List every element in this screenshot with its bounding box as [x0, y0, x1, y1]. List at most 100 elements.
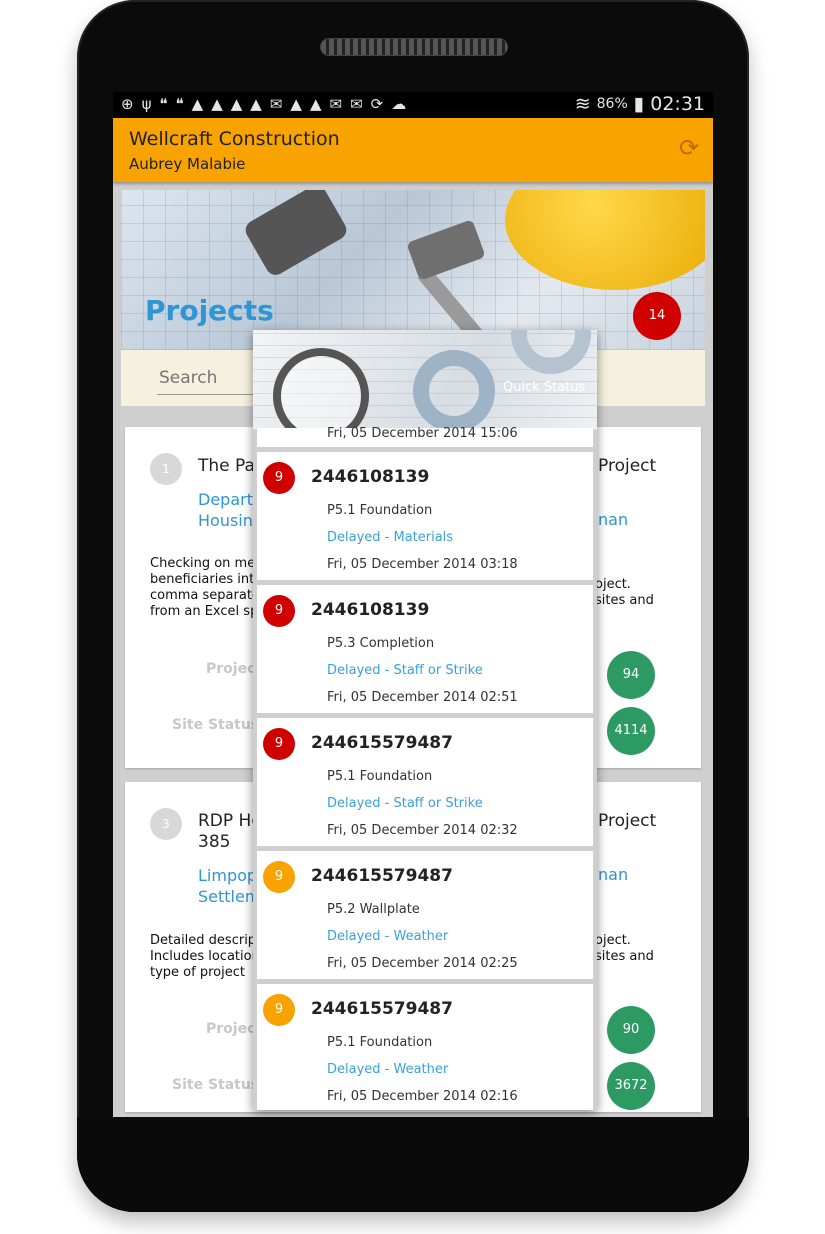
- warning-icon: ▲: [191, 95, 204, 113]
- donut-chart-image: [413, 350, 495, 430]
- chat-icon: ❝: [175, 95, 184, 113]
- description-line: Detailed descripti: [150, 933, 265, 948]
- wifi-icon: ≋: [574, 93, 591, 115]
- screen: ⊕ ψ ❝ ❝ ▲ ▲ ▲ ▲ ✉ ▲ ▲ ✉ ✉ ⟳ ☁ ≋ 86% ▮ 02…: [113, 92, 713, 1117]
- description-line: oject.: [595, 933, 631, 948]
- event-site-id: 244615579487: [311, 733, 453, 753]
- battery-percent: 86%: [596, 96, 628, 112]
- plus-icon: ⊕: [121, 95, 134, 113]
- device-bottom: [77, 1117, 749, 1212]
- project-description-tail: oject. sites and: [595, 933, 654, 965]
- status-event[interactable]: 9 2446108139 P5.3 Completion Delayed - S…: [257, 585, 593, 713]
- event-badge: 9: [263, 861, 295, 893]
- mail-icon: ✉: [329, 95, 343, 113]
- event-phase: P5.2 Wallplate: [327, 902, 420, 917]
- quick-status-header: Quick Status: [253, 330, 597, 430]
- chat-icon: ❝: [159, 95, 168, 113]
- app-title: Wellcraft Construction: [129, 128, 340, 150]
- description-line: type of project: [150, 965, 245, 980]
- event-badge: 9: [263, 595, 295, 627]
- quick-status-popup: Quick Status Fri, 05 December 2014 15:06…: [253, 330, 597, 1110]
- event-phase: P5.3 Completion: [327, 636, 435, 651]
- quick-status-title: Quick Status: [503, 380, 586, 395]
- app-bar: Wellcraft Construction Aubrey Malabie ⟳: [113, 118, 713, 182]
- sync-icon: ⟳: [370, 95, 384, 113]
- location-line: Settlem: [198, 887, 261, 906]
- event-site-id: 244615579487: [311, 999, 453, 1019]
- page-title: Projects: [145, 294, 274, 327]
- event-time: Fri, 05 December 2014 02:25: [327, 956, 518, 971]
- site-status-count-badge[interactable]: 3672: [607, 1062, 655, 1110]
- event-time: Fri, 05 December 2014 03:18: [327, 557, 518, 572]
- project-description-tail: oject. sites and: [595, 577, 654, 609]
- projects-banner: Projects 14: [121, 190, 705, 350]
- status-event[interactable]: 9 244615579487 P5.1 Foundation Delayed -…: [257, 984, 593, 1110]
- warning-icon: ▲: [230, 95, 243, 113]
- site-status-count-badge[interactable]: 4114: [607, 707, 655, 755]
- event-time: Fri, 05 December 2014 02:32: [327, 823, 518, 838]
- clock: 02:31: [650, 93, 705, 115]
- event-reason: Delayed - Staff or Strike: [327, 796, 483, 811]
- project-number: 3: [150, 808, 182, 840]
- event-phase: P5.1 Foundation: [327, 1035, 433, 1050]
- refresh-icon[interactable]: ⟳: [677, 136, 701, 160]
- mail-icon: ✉: [269, 95, 283, 113]
- mail-icon: ✉: [350, 95, 363, 113]
- project-count-badge[interactable]: 94: [607, 651, 655, 699]
- event-time: Fri, 05 December 2014 02:16: [327, 1089, 518, 1104]
- status-event-partial: Fri, 05 December 2014 15:06: [257, 426, 593, 447]
- app-subtitle: Aubrey Malabie: [129, 155, 246, 173]
- location-line: Departi: [198, 490, 258, 509]
- status-event[interactable]: 9 244615579487 P5.2 Wallplate Delayed - …: [257, 851, 593, 979]
- description-line: comma separate: [150, 588, 260, 603]
- status-bar: ⊕ ψ ❝ ❝ ▲ ▲ ▲ ▲ ✉ ▲ ▲ ✉ ✉ ⟳ ☁ ≋ 86% ▮ 02…: [113, 92, 713, 118]
- site-status-label: Site Status: [172, 717, 260, 733]
- event-reason: Delayed - Staff or Strike: [327, 663, 483, 678]
- project-location: Departi Housin: [198, 489, 257, 531]
- event-phase: P5.1 Foundation: [327, 769, 433, 784]
- description-line: oject.: [595, 577, 631, 592]
- description-line: Includes location: [150, 949, 260, 964]
- project-description: Checking on met beneficiaries into comma…: [150, 556, 262, 620]
- event-phase: P5.1 Foundation: [327, 503, 433, 518]
- project-number: 1: [150, 453, 182, 485]
- event-reason: Delayed - Weather: [327, 1062, 449, 1077]
- description-line: sites and: [595, 949, 654, 964]
- battery-icon: ▮: [633, 93, 645, 115]
- status-right: ≋ 86% ▮ 02:31: [575, 93, 705, 115]
- event-reason: Delayed - Weather: [327, 929, 449, 944]
- project-count-badge[interactable]: 90: [607, 1006, 655, 1054]
- warning-icon: ▲: [211, 95, 223, 113]
- description-line: from an Excel sp: [150, 604, 259, 619]
- speaker-grille: [320, 38, 508, 56]
- event-site-id: 2446108139: [311, 600, 430, 620]
- cloud-check-icon: ☁: [391, 95, 407, 113]
- project-title-tail: Project: [598, 811, 657, 831]
- event-badge: 9: [263, 462, 295, 494]
- event-site-id: 244615579487: [311, 866, 453, 886]
- event-time: Fri, 05 December 2014 15:06: [327, 426, 518, 441]
- warning-icon: ▲: [250, 95, 262, 113]
- project-title: The Pa: [198, 456, 255, 476]
- event-time: Fri, 05 December 2014 02:51: [327, 690, 518, 705]
- warning-icon: ▲: [290, 95, 302, 113]
- notification-icons: ⊕ ψ ❝ ❝ ▲ ▲ ▲ ▲ ✉ ▲ ▲ ✉ ✉ ⟳ ☁: [121, 95, 406, 113]
- description-line: sites and: [595, 593, 654, 608]
- warning-icon: ▲: [309, 95, 322, 113]
- status-event[interactable]: 9 2446108139 P5.1 Foundation Delayed - M…: [257, 452, 593, 580]
- project-location-tail: nan: [598, 865, 629, 884]
- usb-icon: ψ: [141, 95, 152, 113]
- description-line: Checking on met: [150, 556, 261, 571]
- projects-count-badge[interactable]: 14: [633, 292, 681, 340]
- status-event[interactable]: 9 244615579487 P5.1 Foundation Delayed -…: [257, 718, 593, 846]
- site-status-label: Site Status: [172, 1077, 260, 1093]
- location-line: Housin: [198, 511, 253, 530]
- event-badge: 9: [263, 994, 295, 1026]
- event-reason: Delayed - Materials: [327, 530, 454, 545]
- project-description: Detailed descripti Includes location typ…: [150, 933, 265, 981]
- location-line: Limpop: [198, 866, 258, 885]
- project-title-tail: Project: [598, 456, 657, 476]
- project-location-tail: nan: [598, 510, 629, 529]
- event-badge: 9: [263, 728, 295, 760]
- project-location: Limpop Settlem: [198, 865, 260, 907]
